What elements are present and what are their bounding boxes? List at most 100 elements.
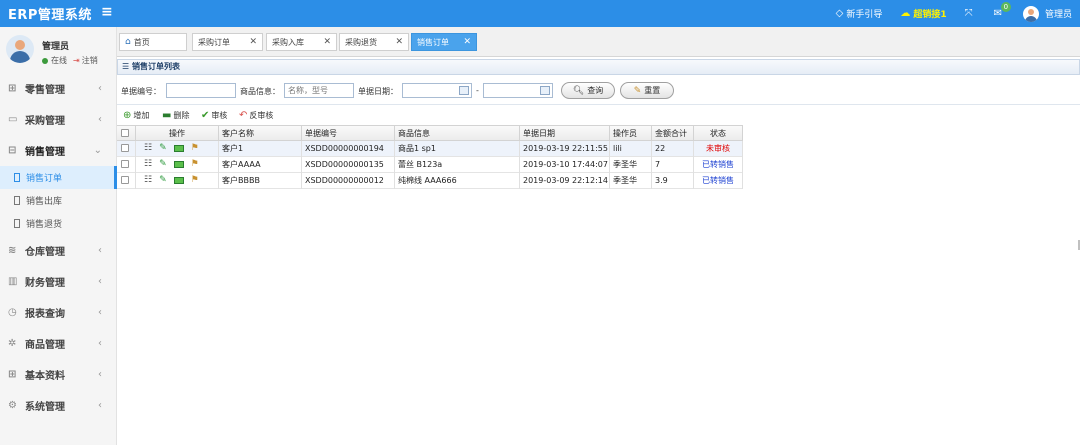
cell-customer: 客户BBBB xyxy=(219,173,302,189)
briefcase-icon: ⊟ xyxy=(8,145,17,156)
tab-purchase-return[interactable]: 采购退货 ✕ xyxy=(339,33,409,51)
header-goods[interactable]: 商品信息 xyxy=(395,126,520,142)
unaudit-button[interactable]: ↶ 反审核 xyxy=(239,110,273,121)
grid-header: 操作 客户名称 单据编号 商品信息 单据日期 操作员 金额合计 状态 xyxy=(117,125,743,142)
cell-doc-no: XSDD00000000012 xyxy=(302,173,395,189)
tab-bar: ⌂ 首页 采购订单 ✕ 采购入库 ✕ 采购退货 ✕ 销售订单 ✕ xyxy=(117,27,1080,57)
query-label: 查询 xyxy=(587,86,604,95)
logout-icon[interactable]: ⇥ xyxy=(73,56,80,65)
header-customer[interactable]: 客户名称 xyxy=(219,126,302,142)
user-menu[interactable]: 管理员 xyxy=(1022,5,1072,22)
menu-toggle-icon[interactable]: ≡ xyxy=(101,4,113,20)
sidebar-subitem-label: 销售出库 xyxy=(26,197,63,207)
sidebar-item-retail[interactable]: ⊞ 零售管理 ‹ xyxy=(0,73,116,104)
cell-amount: 3.9 xyxy=(652,173,694,189)
start-date-input[interactable] xyxy=(402,83,472,98)
sidebar: 管理员 在线 ⇥ 注销 ⊞ 零售管理 ‹ ▭ 采购管理 ‹ ⊟ 销售管理 ⌄ 销… xyxy=(0,27,117,445)
cell-operator: 季圣华 xyxy=(610,157,652,173)
delete-icon: ▬ xyxy=(162,110,172,121)
flag-icon[interactable]: ⚑ xyxy=(191,173,199,188)
messages-button[interactable]: ✉ 0 xyxy=(994,2,1012,19)
chevron-left-icon: ‹ xyxy=(98,114,102,125)
goods-input[interactable] xyxy=(284,83,354,98)
doc-no-input[interactable] xyxy=(166,83,236,98)
end-date-input[interactable] xyxy=(483,83,553,98)
calendar-icon[interactable] xyxy=(540,86,550,95)
header-doc-no[interactable]: 单据编号 xyxy=(302,126,395,142)
sidebar-subitem-label: 销售订单 xyxy=(26,174,63,184)
goods-label: 商品信息： xyxy=(240,87,280,96)
tab-purchase-in[interactable]: 采购入库 ✕ xyxy=(266,33,337,51)
flag-icon[interactable]: ⚑ xyxy=(191,157,199,172)
guide-link[interactable]: ◇ 新手引导 xyxy=(836,7,883,20)
sidebar-subitem-sales-return[interactable]: 销售退货 xyxy=(0,212,116,235)
cell-date: 2019-03-09 22:12:14 xyxy=(520,173,610,189)
promo-link[interactable]: ☁ 超销接1 xyxy=(900,7,946,20)
close-icon[interactable]: ✕ xyxy=(249,37,257,47)
sales-order-grid: 操作 客户名称 单据编号 商品信息 单据日期 操作员 金额合计 状态 ☷ ✎ ⚑… xyxy=(117,125,743,189)
row-checkbox[interactable] xyxy=(117,157,136,173)
fullscreen-icon: ⤧ xyxy=(964,8,973,19)
clock-icon: ◷ xyxy=(8,307,17,318)
close-icon[interactable]: ✕ xyxy=(323,37,331,47)
header-operator[interactable]: 操作员 xyxy=(610,126,652,142)
query-button[interactable]: 🔍︎ 查询 xyxy=(561,82,615,99)
sidebar-item-system[interactable]: ⚙ 系统管理 ‹ xyxy=(0,390,116,421)
app-brand[interactable]: ERP管理系统 xyxy=(8,4,92,23)
header-status[interactable]: 状态 xyxy=(694,126,743,142)
row-checkbox[interactable] xyxy=(117,173,136,189)
close-icon[interactable]: ✕ xyxy=(463,37,471,47)
close-icon[interactable]: ✕ xyxy=(395,37,403,47)
add-label: 增加 xyxy=(133,111,150,120)
file-icon xyxy=(14,219,20,228)
guide-label: 新手引导 xyxy=(846,10,883,20)
sidebar-item-label: 仓库管理 xyxy=(25,247,65,258)
audit-button[interactable]: ✔ 审核 xyxy=(201,110,227,121)
delete-button[interactable]: ▬ 删除 xyxy=(162,110,189,121)
reset-button[interactable]: ✎ 重置 xyxy=(620,82,674,99)
map-icon: ▥ xyxy=(8,276,18,287)
detail-icon[interactable]: ☷ xyxy=(144,157,152,172)
detail-icon[interactable]: ☷ xyxy=(144,141,152,156)
tab-label: 采购退货 xyxy=(345,37,377,47)
home-icon: ⌂ xyxy=(125,37,131,47)
delete-row-icon[interactable] xyxy=(173,161,184,168)
tab-home[interactable]: ⌂ 首页 xyxy=(119,33,187,51)
table-row[interactable]: ☷ ✎ ⚑ 客户1 XSDD00000000194 商品1 sp1 2019-0… xyxy=(117,141,743,157)
user-menu-label: 管理员 xyxy=(1044,10,1072,20)
add-button[interactable]: ⊕ 增加 xyxy=(123,110,149,121)
flag-icon[interactable]: ⚑ xyxy=(191,141,199,156)
sidebar-item-warehouse[interactable]: ≋ 仓库管理 ‹ xyxy=(0,235,116,266)
sidebar-subitem-sales-out[interactable]: 销售出库 xyxy=(0,189,116,212)
tab-sales-order[interactable]: 销售订单 ✕ xyxy=(411,33,477,51)
table-row[interactable]: ☷ ✎ ⚑ 客户BBBB XSDD00000000012 纯棉线 AAA666 … xyxy=(117,173,743,189)
table-row[interactable]: ☷ ✎ ⚑ 客户AAAA XSDD00000000135 蕾丝 B123a 20… xyxy=(117,157,743,173)
row-ops: ☷ ✎ ⚑ xyxy=(136,141,219,157)
sidebar-item-reports[interactable]: ◷ 报表查询 ‹ xyxy=(0,297,116,328)
logout-link[interactable]: 注销 xyxy=(82,55,98,66)
edit-icon[interactable]: ✎ xyxy=(159,141,167,156)
calendar-icon[interactable] xyxy=(459,86,469,95)
sidebar-item-goods[interactable]: ✲ 商品管理 ‹ xyxy=(0,328,116,359)
row-checkbox[interactable] xyxy=(117,141,136,157)
tab-label: 采购入库 xyxy=(272,37,304,47)
tab-label: 采购订单 xyxy=(198,37,230,47)
sidebar-item-finance[interactable]: ▥ 财务管理 ‹ xyxy=(0,266,116,297)
edit-icon[interactable]: ✎ xyxy=(159,173,167,188)
sidebar-subitem-sales-order[interactable]: 销售订单 xyxy=(0,166,117,189)
header-date[interactable]: 单据日期 xyxy=(520,126,610,142)
detail-icon[interactable]: ☷ xyxy=(144,173,152,188)
delete-row-icon[interactable] xyxy=(173,145,184,152)
sidebar-item-basic-data[interactable]: ⊞ 基本资料 ‹ xyxy=(0,359,116,390)
edit-icon[interactable]: ✎ xyxy=(159,157,167,172)
select-all-checkbox[interactable] xyxy=(117,126,136,142)
reset-label: 重置 xyxy=(644,86,661,95)
tab-purchase-order[interactable]: 采购订单 ✕ xyxy=(192,33,263,51)
sidebar-item-label: 商品管理 xyxy=(25,340,65,351)
header-amount[interactable]: 金额合计 xyxy=(652,126,694,142)
sidebar-item-sales[interactable]: ⊟ 销售管理 ⌄ xyxy=(0,135,116,166)
fullscreen-button[interactable]: ⤧ xyxy=(965,8,976,19)
sidebar-item-purchase[interactable]: ▭ 采购管理 ‹ xyxy=(0,104,116,135)
cell-doc-no: XSDD00000000194 xyxy=(302,141,395,157)
delete-row-icon[interactable] xyxy=(173,177,184,184)
